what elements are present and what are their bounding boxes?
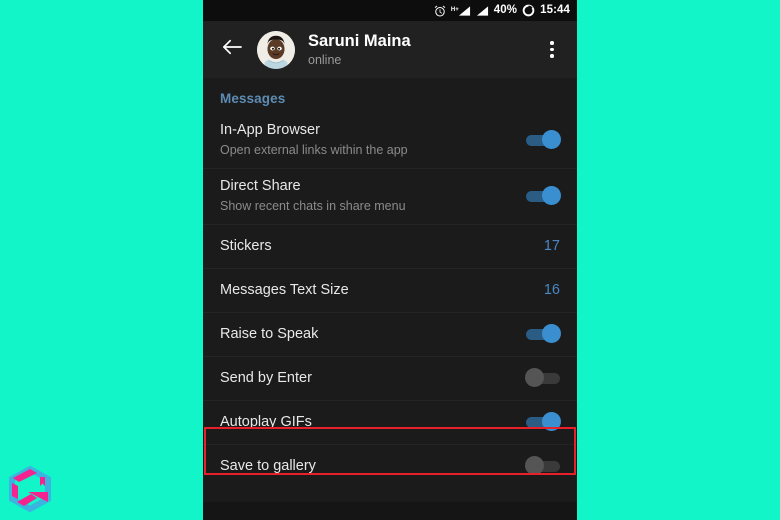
toggle-thumb — [525, 456, 544, 475]
back-arrow-icon — [221, 38, 243, 61]
chat-title: Saruni Maina — [308, 31, 411, 50]
toggle-thumb — [542, 130, 561, 149]
settings-row[interactable]: Autoplay GIFs — [203, 400, 577, 444]
row-label: In-App Browser — [220, 122, 320, 139]
toggle-switch[interactable] — [526, 130, 561, 150]
row-label: Messages Text Size — [220, 281, 349, 298]
toggle-switch[interactable] — [526, 324, 561, 344]
row-label: Save to gallery — [220, 457, 316, 474]
toggle-switch[interactable] — [526, 412, 561, 432]
chat-titles: Saruni Maina online — [308, 31, 537, 69]
row-value: 16 — [543, 282, 560, 298]
toggle-switch[interactable] — [525, 368, 560, 388]
app-bar: Saruni Maina online — [203, 21, 577, 78]
row-text: In-App Browser Open external links within… — [220, 115, 516, 165]
bottom-filler — [203, 502, 577, 520]
overflow-menu-icon — [550, 47, 554, 52]
row-text: Raise to Speak — [220, 319, 516, 350]
settings-row[interactable]: Stickers 17 — [203, 224, 577, 268]
row-text: Direct Share Show recent chats in share m… — [220, 171, 516, 221]
row-text: Send by Enter — [220, 363, 516, 394]
network-type-signal-icon: H+ — [451, 5, 471, 17]
settings-row[interactable]: Raise to Speak — [203, 312, 577, 356]
signal-bars-icon — [476, 4, 489, 17]
row-text: Stickers — [220, 231, 534, 262]
settings-row[interactable]: Messages Text Size 16 — [203, 268, 577, 312]
row-subtitle: Show recent chats in share menu — [220, 198, 406, 213]
row-text: Save to gallery — [220, 451, 516, 482]
row-label: Stickers — [220, 237, 272, 254]
settings-row[interactable]: In-App Browser Open external links within… — [203, 112, 577, 168]
row-value: 17 — [543, 238, 560, 254]
phone-screen: H+ 40% 15:44 Saruni Maina online Message… — [203, 0, 577, 520]
settings-row[interactable]: Direct Share Show recent chats in share m… — [203, 168, 577, 224]
toggle-thumb — [525, 368, 544, 387]
alarm-clock-icon — [434, 4, 446, 17]
battery-percent-label: 40% — [493, 3, 518, 16]
status-bar: H+ 40% 15:44 — [203, 0, 577, 21]
row-subtitle: Open external links within the app — [220, 142, 408, 157]
section-header-messages: Messages — [220, 91, 286, 106]
row-text: Messages Text Size — [220, 275, 534, 306]
user-avatar[interactable] — [257, 30, 295, 69]
back-button[interactable] — [215, 33, 249, 67]
row-label: Raise to Speak — [220, 325, 319, 342]
overflow-menu-icon — [550, 54, 554, 58]
toggle-thumb — [542, 412, 561, 431]
settings-row[interactable]: Send by Enter — [203, 356, 577, 400]
toggle-switch[interactable] — [526, 186, 561, 206]
overflow-menu-button[interactable] — [537, 31, 567, 69]
settings-list: Messages In-App Browser Open external lin… — [203, 78, 577, 520]
toggle-thumb — [542, 324, 561, 343]
row-label: Direct Share — [220, 178, 301, 195]
toggle-thumb — [542, 186, 561, 205]
overflow-menu-icon — [550, 41, 554, 45]
hexagon-brand-logo — [4, 464, 56, 514]
clock-label: 15:44 — [540, 3, 570, 16]
row-label: Autoplay GIFs — [220, 413, 312, 430]
battery-circle-icon — [522, 4, 535, 17]
row-label: Send by Enter — [220, 369, 312, 386]
row-text: Autoplay GIFs — [220, 407, 516, 438]
chat-status: online — [308, 53, 342, 68]
settings-rows: In-App Browser Open external links within… — [203, 112, 577, 488]
toggle-switch[interactable] — [525, 456, 560, 476]
settings-row[interactable]: Save to gallery — [203, 444, 577, 488]
